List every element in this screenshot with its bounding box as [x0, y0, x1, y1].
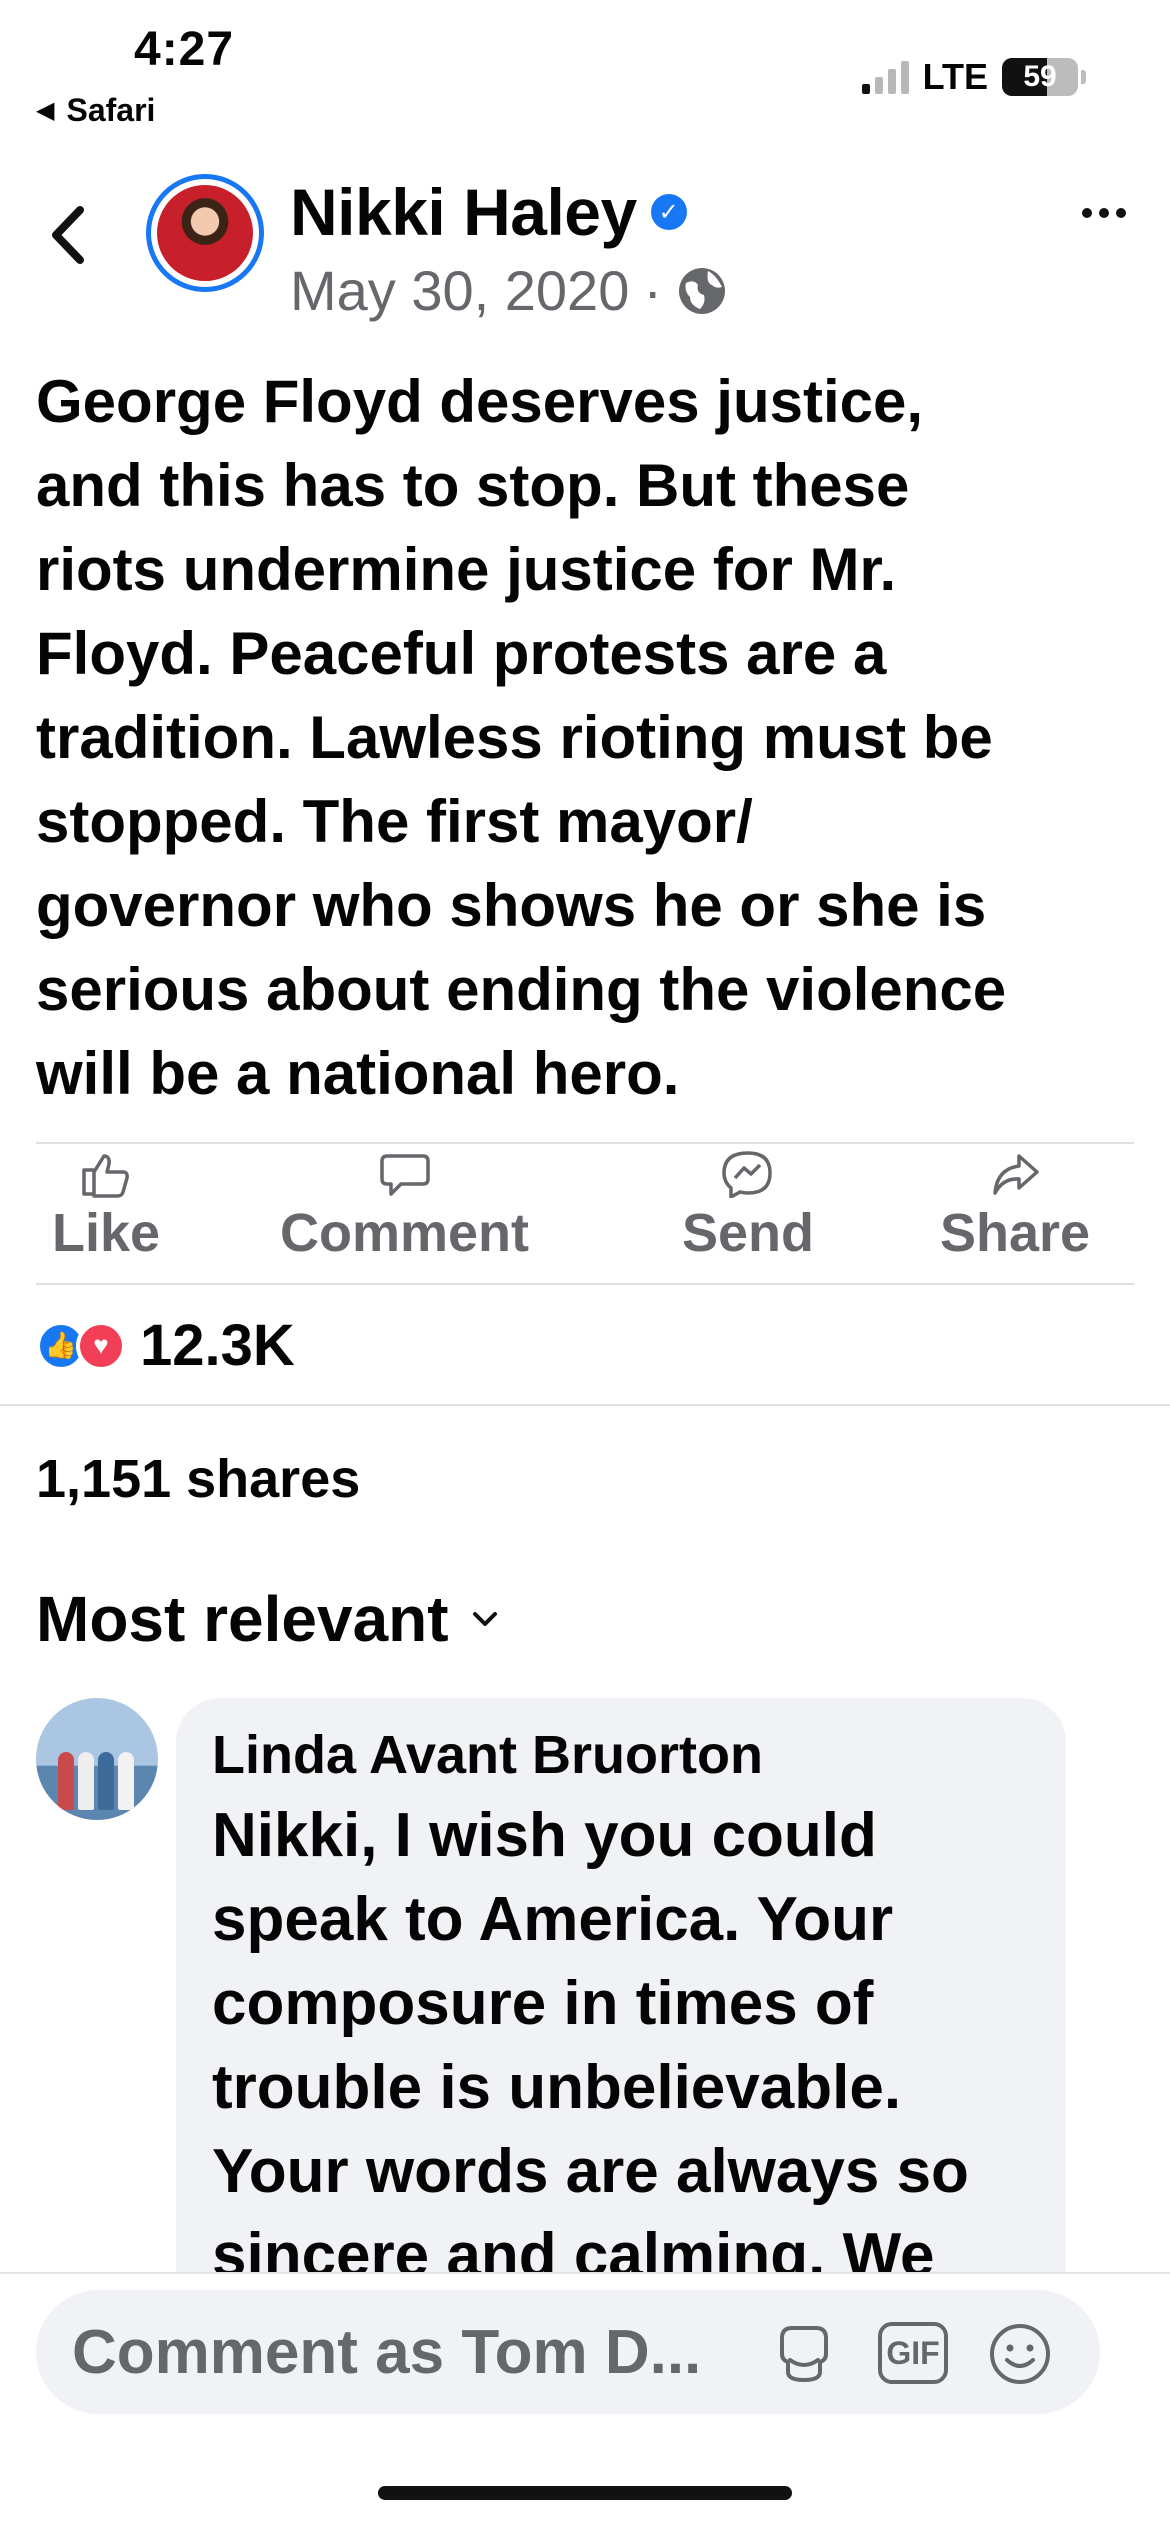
- cellular-signal-icon: [861, 60, 909, 94]
- send-label: Send: [682, 1203, 815, 1263]
- divider-top: [36, 1142, 1134, 1144]
- commenter-name[interactable]: Linda Avant Bruorton: [212, 1724, 1030, 1786]
- author-avatar[interactable]: [146, 174, 264, 292]
- love-reaction-icon: ♥: [76, 1320, 126, 1371]
- author-name[interactable]: Nikki Haley: [290, 174, 637, 250]
- avatar-sticker-icon[interactable]: [770, 2320, 838, 2388]
- comment-icon: [379, 1154, 430, 1196]
- gif-button[interactable]: GIF: [878, 2322, 948, 2384]
- reactions-summary[interactable]: 👍 ♥ 12.3K: [36, 1312, 295, 1379]
- messenger-icon: [722, 1151, 772, 1198]
- battery-icon: 59: [1002, 58, 1078, 96]
- network-type: LTE: [922, 56, 988, 97]
- chevron-down-icon: [472, 1612, 497, 1626]
- more-options-icon[interactable]: [1082, 208, 1126, 218]
- comment-sort-dropdown[interactable]: Most relevant: [36, 1582, 499, 1656]
- thumbs-up-icon: [82, 1154, 129, 1198]
- back-app-label: Safari: [66, 92, 156, 128]
- action-bar: Like Comment Send Share: [36, 1150, 1134, 1280]
- like-button[interactable]: Like: [52, 1150, 160, 1264]
- status-time: 4:27: [134, 23, 235, 76]
- share-button[interactable]: Share: [940, 1150, 1090, 1264]
- reaction-count: 12.3K: [140, 1313, 295, 1378]
- post-text: George Floyd deserves justice, and this …: [36, 368, 1007, 1107]
- shares-count[interactable]: 1,151 shares: [36, 1448, 360, 1510]
- back-to-safari[interactable]: ◀ Safari: [36, 92, 155, 129]
- comment-placeholder: Comment as Tom D...: [72, 2317, 702, 2387]
- comment-label: Comment: [280, 1203, 530, 1263]
- divider-bottom: [36, 1283, 1134, 1285]
- comment-text: Nikki, I wish you could speak to America…: [212, 1801, 969, 2290]
- home-indicator[interactable]: [378, 2486, 792, 2500]
- send-button[interactable]: Send: [682, 1150, 814, 1264]
- emoji-icon[interactable]: [986, 2320, 1054, 2388]
- post-meta: May 30, 2020 ·: [290, 258, 728, 323]
- post-date[interactable]: May 30, 2020: [290, 258, 629, 323]
- meta-separator: ·: [643, 259, 662, 322]
- author-row: Nikki Haley ✓: [290, 174, 687, 250]
- verified-badge-icon: ✓: [650, 194, 687, 230]
- globe-icon: [679, 267, 725, 314]
- commenter-avatar[interactable]: [36, 1698, 158, 1820]
- like-label: Like: [52, 1203, 161, 1263]
- back-chevron-icon[interactable]: [46, 200, 90, 270]
- status-indicators: LTE 59: [861, 56, 1086, 98]
- comment-button[interactable]: Comment: [280, 1150, 529, 1264]
- section-divider: [0, 1404, 1170, 1406]
- share-arrow-icon: [993, 1154, 1039, 1195]
- sort-label: Most relevant: [36, 1583, 449, 1655]
- battery-percent: 59: [1023, 60, 1057, 93]
- back-triangle-icon: ◀: [36, 97, 55, 124]
- comment-input[interactable]: Comment as Tom D... GIF: [36, 2290, 1100, 2414]
- battery-cap: [1081, 70, 1086, 84]
- share-label: Share: [940, 1203, 1091, 1263]
